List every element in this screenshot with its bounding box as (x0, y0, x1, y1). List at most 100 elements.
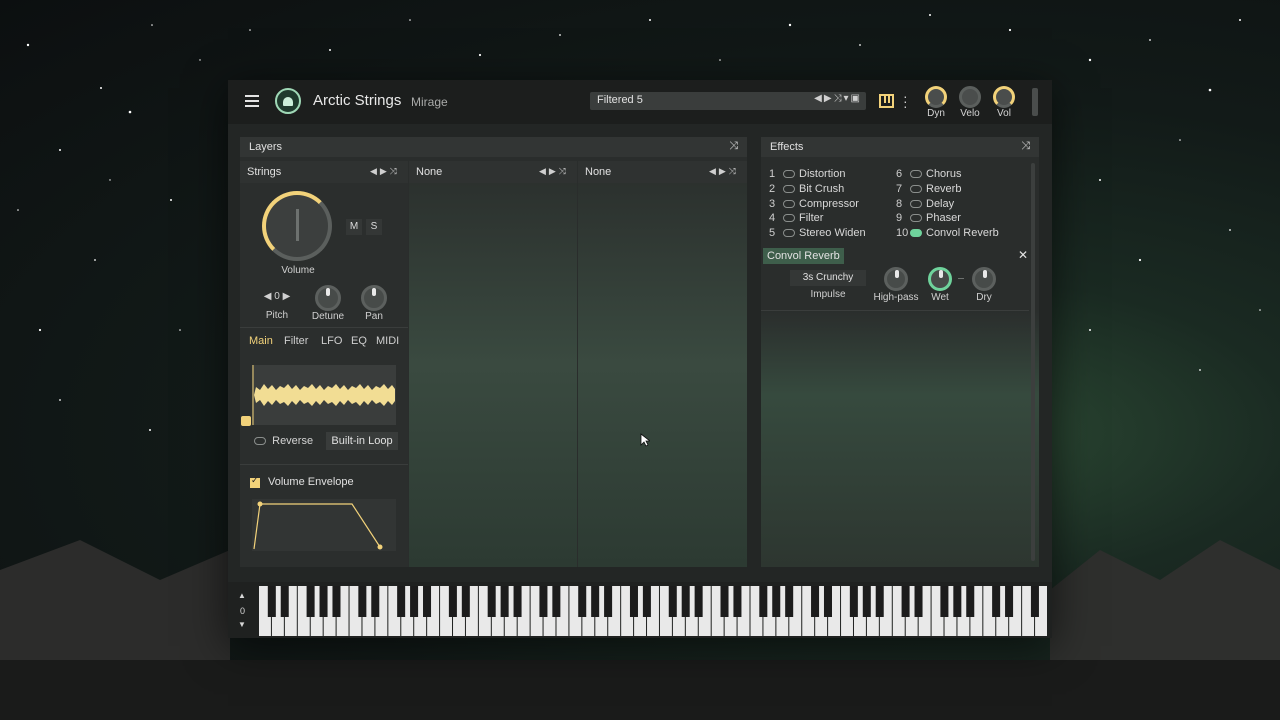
black-key[interactable] (397, 586, 406, 617)
black-key[interactable] (875, 586, 884, 617)
black-key[interactable] (668, 586, 677, 617)
tab-filter[interactable]: Filter (284, 335, 308, 347)
effect-item-filter[interactable]: 4 Filter (769, 212, 823, 224)
loop-start-marker[interactable] (241, 416, 251, 426)
pitch-down-icon[interactable]: ◀ (264, 291, 272, 302)
pitch-up-icon[interactable]: ▶ (283, 291, 291, 302)
reverse-switch-icon[interactable] (254, 437, 266, 446)
black-key[interactable] (629, 586, 638, 617)
black-key[interactable] (849, 586, 858, 617)
black-key[interactable] (604, 586, 613, 617)
layer-2-name[interactable]: None (416, 166, 442, 178)
effect-item-convol-reverb[interactable]: 10 Convol Reverb (896, 227, 999, 239)
waveform-display[interactable] (252, 365, 396, 425)
vol-knob[interactable] (993, 86, 1015, 108)
effects-scrollbar[interactable] (1031, 163, 1035, 561)
effect-item-delay[interactable]: 8 Delay (896, 198, 954, 210)
shuffle-sample-icon[interactable]: ⤨ (729, 166, 739, 177)
black-key[interactable] (448, 586, 457, 617)
toggle-icon[interactable] (910, 200, 922, 209)
impulse-selector[interactable]: 3s Crunchy (790, 270, 866, 286)
black-key[interactable] (733, 586, 742, 617)
close-icon[interactable]: ✕ (1018, 248, 1028, 262)
shuffle-sample-icon[interactable]: ⤨ (390, 166, 400, 177)
black-key[interactable] (1030, 586, 1039, 617)
detune-knob[interactable] (315, 285, 341, 311)
shuffle-effects-icon[interactable]: ⤨ (1021, 140, 1030, 153)
black-key[interactable] (901, 586, 910, 617)
next-sample-icon[interactable]: ▶ (719, 166, 729, 177)
effect-item-reverb[interactable]: 7 Reverb (896, 183, 961, 195)
prev-sample-icon[interactable]: ◀ (370, 166, 380, 177)
black-key[interactable] (785, 586, 794, 617)
black-key[interactable] (578, 586, 587, 617)
black-key[interactable] (539, 586, 548, 617)
shuffle-layers-icon[interactable]: ⤨ (729, 140, 738, 153)
effect-item-phaser[interactable]: 9 Phaser (896, 212, 961, 224)
tab-midi[interactable]: MIDI (376, 335, 399, 347)
tab-lfo[interactable]: LFO (321, 335, 342, 347)
shuffle-sample-icon[interactable]: ⤨ (559, 166, 569, 177)
wet-knob[interactable] (928, 267, 952, 291)
dyn-knob[interactable] (925, 86, 947, 108)
prev-sample-icon[interactable]: ◀ (709, 166, 719, 177)
chevron-down-icon[interactable]: ▾ (844, 93, 851, 104)
octave-down-icon[interactable]: ▼ (238, 620, 246, 629)
next-sample-icon[interactable]: ▶ (549, 166, 559, 177)
layer-3-name[interactable]: None (585, 166, 611, 178)
black-key[interactable] (940, 586, 949, 617)
dry-knob[interactable] (972, 267, 996, 291)
toggle-icon[interactable] (783, 214, 795, 223)
envelope-graph[interactable] (252, 499, 396, 551)
piano-keys[interactable] (259, 586, 1048, 636)
envelope-checkbox[interactable] (250, 475, 260, 488)
toggle-icon[interactable] (910, 170, 922, 179)
velo-knob[interactable] (959, 86, 981, 108)
black-key[interactable] (772, 586, 781, 617)
prev-preset-icon[interactable]: ◀ (814, 93, 824, 104)
effect-item-stereo-widen[interactable]: 5 Stereo Widen (769, 227, 866, 239)
black-key[interactable] (306, 586, 315, 617)
toggle-icon[interactable] (910, 214, 922, 223)
layer-1-name[interactable]: Strings (247, 166, 281, 178)
reverse-toggle[interactable]: Reverse (254, 435, 313, 447)
highpass-knob[interactable] (884, 267, 908, 291)
preset-selector[interactable]: Filtered 5 ◀▶⤨▾▣ (590, 92, 866, 110)
pan-knob[interactable] (361, 285, 387, 311)
black-key[interactable] (280, 586, 289, 617)
effect-item-distortion[interactable]: 1 Distortion (769, 168, 845, 180)
more-options-icon[interactable]: · · · (903, 89, 908, 113)
black-key[interactable] (591, 586, 600, 617)
toggle-icon[interactable] (783, 200, 795, 209)
toggle-icon[interactable] (910, 185, 922, 194)
black-key[interactable] (552, 586, 561, 617)
black-key[interactable] (371, 586, 380, 617)
black-key[interactable] (642, 586, 651, 617)
volume-knob[interactable] (262, 191, 332, 261)
toggle-icon[interactable] (783, 170, 795, 179)
black-key[interactable] (992, 586, 1001, 617)
black-key[interactable] (694, 586, 703, 617)
black-key[interactable] (1005, 586, 1014, 617)
effect-item-bit-crush[interactable]: 2 Bit Crush (769, 183, 844, 195)
save-icon[interactable]: ▣ (851, 93, 862, 104)
black-key[interactable] (267, 586, 276, 617)
builtin-loop-button[interactable]: Built-in Loop (326, 432, 398, 450)
toggle-icon[interactable] (783, 185, 795, 194)
black-key[interactable] (811, 586, 820, 617)
black-key[interactable] (410, 586, 419, 617)
menu-icon[interactable] (245, 95, 259, 107)
keyboard-icon[interactable] (879, 94, 894, 108)
black-key[interactable] (681, 586, 690, 617)
black-key[interactable] (332, 586, 341, 617)
black-key[interactable] (720, 586, 729, 617)
effect-item-chorus[interactable]: 6 Chorus (896, 168, 961, 180)
octave-up-icon[interactable]: ▲ (238, 591, 246, 600)
black-key[interactable] (953, 586, 962, 617)
next-sample-icon[interactable]: ▶ (380, 166, 390, 177)
mute-button[interactable]: M (346, 219, 362, 235)
shuffle-preset-icon[interactable]: ⤨ (834, 93, 844, 104)
toggle-on-icon[interactable] (910, 229, 922, 238)
black-key[interactable] (487, 586, 496, 617)
tab-main[interactable]: Main (249, 335, 273, 347)
